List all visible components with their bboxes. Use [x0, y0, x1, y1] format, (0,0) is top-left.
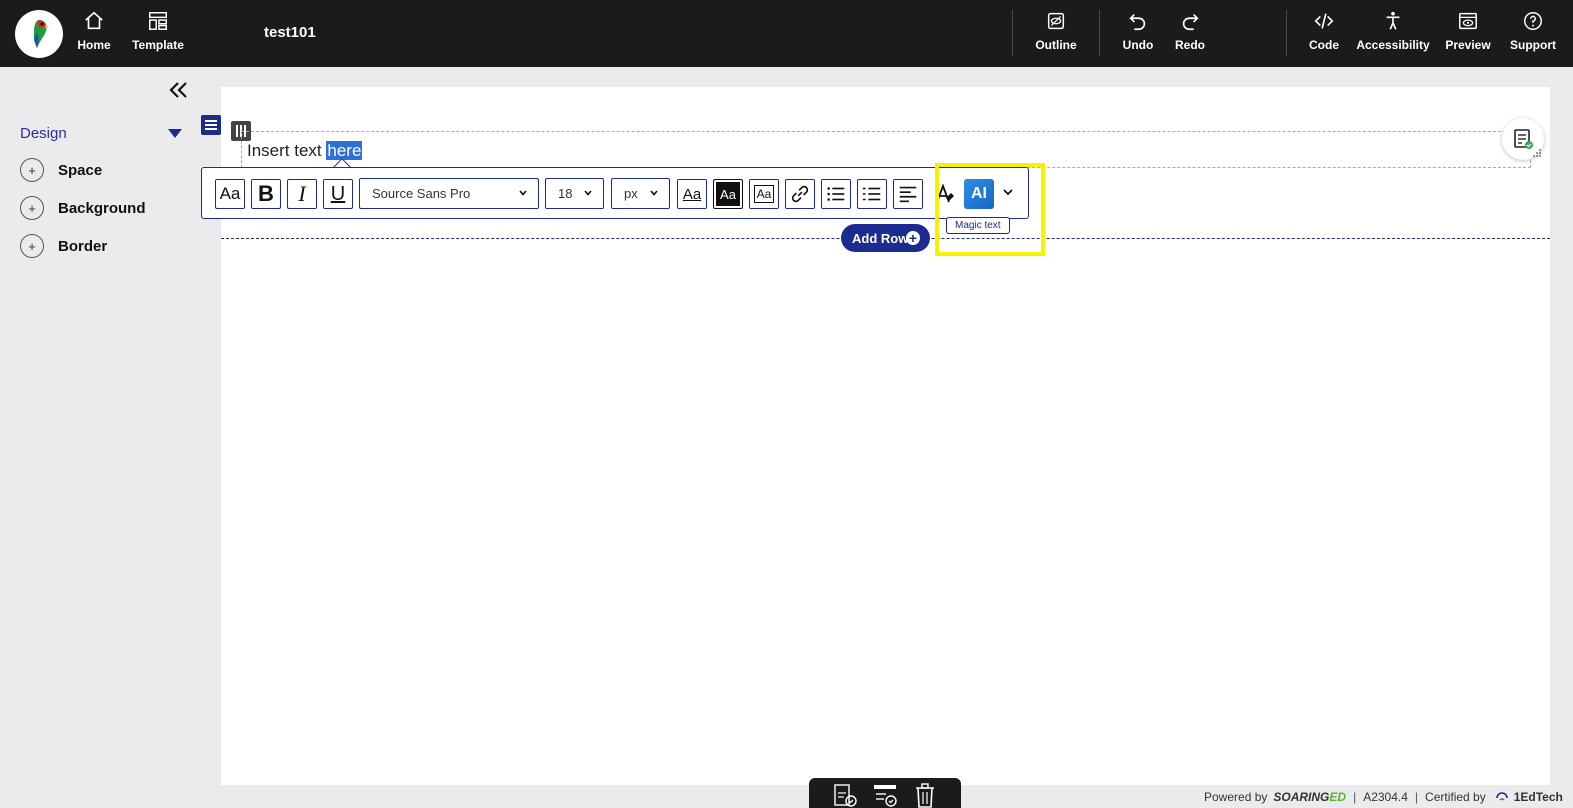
bold-button[interactable]: B	[251, 179, 281, 209]
accordion-space[interactable]: + Space	[20, 157, 102, 183]
text-content[interactable]: Insert text here	[247, 141, 363, 161]
nav-redo-label: Redo	[1175, 38, 1205, 52]
link-button[interactable]	[785, 179, 815, 209]
nav-outline-label: Outline	[1035, 38, 1077, 52]
nav-support-button[interactable]: Support	[1510, 10, 1556, 60]
bulleted-list-icon	[827, 187, 845, 201]
divider	[1012, 10, 1013, 56]
chevron-down-icon	[519, 190, 527, 196]
text-color-button[interactable]: Aa	[677, 179, 707, 209]
numbered-list-icon	[862, 187, 881, 201]
nav-code-button[interactable]: Code	[1308, 10, 1340, 60]
divider	[1286, 10, 1287, 56]
nav-code-label: Code	[1309, 38, 1339, 52]
text-before: Insert text	[247, 141, 327, 160]
align-left-button[interactable]	[893, 179, 923, 209]
nav-accessibility-button[interactable]: Accessibility	[1356, 10, 1430, 60]
plus-icon: +	[20, 234, 44, 258]
accordion-border[interactable]: + Border	[20, 233, 107, 259]
font-unit-select[interactable]: px	[611, 178, 670, 209]
underline-button[interactable]: U	[323, 179, 353, 209]
nav-support-label: Support	[1510, 38, 1556, 52]
italic-button[interactable]: I	[287, 179, 317, 209]
collapse-sidebar-icon[interactable]	[167, 80, 191, 100]
footer: Powered by SOARINGED | A2304.4 | Certifi…	[1204, 790, 1563, 804]
text-block[interactable]	[241, 131, 1531, 168]
divider	[1099, 10, 1100, 56]
bottom-action-tray	[809, 778, 961, 808]
font-case-button[interactable]: Aa	[215, 179, 245, 209]
nav-template-button[interactable]: Template	[132, 10, 184, 60]
text-box-button[interactable]: Aa	[749, 179, 779, 209]
add-row-button[interactable]: Add Row +	[841, 224, 930, 252]
accordion-label: Border	[58, 237, 108, 255]
accordion-background[interactable]: + Background	[20, 195, 146, 221]
home-icon	[85, 11, 103, 30]
nav-redo-button[interactable]: Redo	[1174, 10, 1206, 60]
resize-handle-icon[interactable]	[1532, 148, 1542, 158]
code-icon	[1314, 13, 1334, 29]
highlight-annotation	[935, 163, 1045, 256]
nav-undo-label: Undo	[1122, 38, 1154, 52]
link-icon	[791, 185, 809, 203]
nav-preview-button[interactable]: Preview	[1445, 10, 1491, 60]
align-left-icon	[899, 186, 917, 203]
certification-icon	[1495, 792, 1508, 801]
plus-icon: +	[20, 196, 44, 220]
nav-undo-button[interactable]: Undo	[1122, 10, 1154, 60]
powered-by-label: Powered by	[1204, 790, 1268, 804]
trash-icon[interactable]	[912, 782, 938, 808]
help-icon	[1524, 12, 1542, 30]
redo-icon	[1182, 13, 1199, 31]
checklist-tray-icon[interactable]	[872, 782, 898, 808]
selected-text: here	[326, 141, 363, 160]
font-family-value: Source Sans Pro	[372, 186, 471, 201]
font-family-select[interactable]: Source Sans Pro	[359, 178, 539, 209]
template-icon	[149, 12, 167, 30]
add-row-label: Add Row	[852, 230, 909, 246]
numbered-list-button[interactable]	[857, 179, 887, 209]
preview-icon	[1459, 12, 1477, 30]
top-bar: Home Template test101 Outline Undo Redo …	[0, 0, 1573, 67]
lms-check-icon[interactable]	[832, 782, 858, 808]
nav-outline-button[interactable]: Outline	[1035, 10, 1077, 60]
text-highlight-button[interactable]: Aa	[713, 179, 743, 209]
accessibility-icon	[1386, 11, 1400, 30]
font-unit-value: px	[624, 186, 638, 201]
nav-accessibility-label: Accessibility	[1356, 38, 1430, 52]
font-size-value: 18	[558, 186, 573, 201]
design-section-label[interactable]: Design	[20, 125, 67, 142]
text-box-label: Aa	[753, 185, 775, 203]
row-menu-icon[interactable]	[201, 115, 221, 135]
plus-icon: +	[906, 231, 920, 245]
cert-org-label: 1EdTech	[1513, 790, 1563, 804]
accordion-label: Space	[58, 161, 103, 179]
caret-down-icon[interactable]	[168, 129, 182, 138]
parrot-logo[interactable]	[15, 10, 63, 58]
version-label: A2304.4	[1363, 790, 1408, 804]
plus-icon: +	[20, 158, 44, 182]
certified-by-label: Certified by	[1425, 790, 1486, 804]
nav-preview-label: Preview	[1445, 38, 1491, 52]
brand-logo: SOARINGED	[1273, 790, 1347, 804]
undo-icon	[1129, 13, 1146, 31]
document-title: test101	[264, 24, 316, 41]
bulleted-list-button[interactable]	[821, 179, 851, 209]
nav-home-label: Home	[77, 38, 111, 52]
accordion-label: Background	[58, 199, 146, 217]
nav-home-button[interactable]: Home	[77, 10, 111, 60]
font-size-select[interactable]: 18	[545, 178, 604, 209]
chevron-down-icon	[584, 190, 592, 196]
text-format-toolbar: Aa B I U Source Sans Pro 18 px Aa Aa Aa …	[201, 167, 1029, 219]
chevron-down-icon	[650, 190, 658, 196]
nav-template-label: Template	[132, 38, 184, 52]
outline-icon	[1047, 12, 1065, 30]
